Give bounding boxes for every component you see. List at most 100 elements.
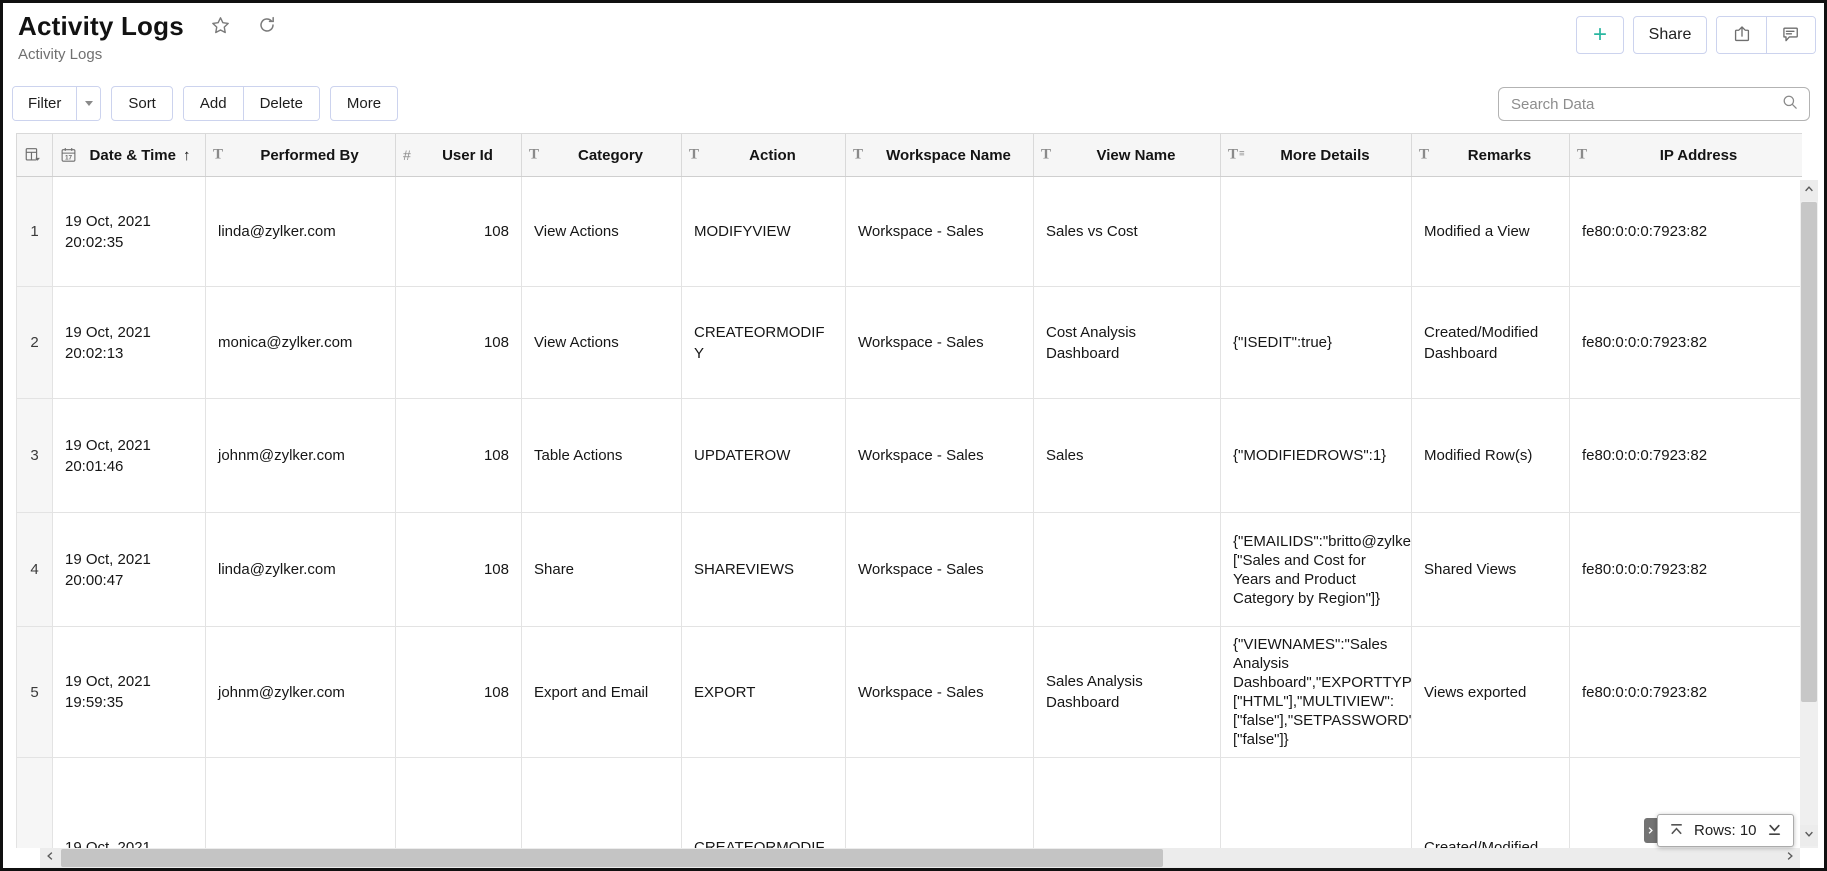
cell-more_details: {"ISEDIT":true} [1221,758,1412,848]
svg-text:17: 17 [65,155,73,162]
column-header-date_time[interactable]: 17 Date & Time ↑ [53,134,206,176]
column-header-ip_address[interactable]: T IP Address [1570,134,1802,176]
scroll-right-button[interactable] [1780,848,1800,868]
cell-user_id: 108 [396,177,522,286]
chevron-up-icon [1803,182,1815,200]
cell-datetime: 19 Oct, 2021 20:01:46 [53,399,206,512]
table-row: 2 19 Oct, 2021 20:02:13 monica@zylker.com 10… [16,287,1802,399]
export-button[interactable] [1717,17,1766,53]
cell-performed_by: monica@zylker.com [206,287,396,398]
cell-category: Share [522,513,682,626]
sort-button[interactable]: Sort [111,86,173,121]
text-icon: T [213,146,224,163]
share-button[interactable]: Share [1633,16,1707,54]
cell-remarks: Created/Modified Dashboard [1412,287,1570,398]
cell-view_name [1034,513,1221,626]
column-label: Date & Time [89,146,176,164]
text-icon: T [1041,146,1052,163]
column-header-select[interactable] [17,134,53,176]
add-delete-group: Add Delete [182,86,320,121]
cell-category: View Actions [522,758,682,848]
column-header-user_id[interactable]: # User Id [396,134,522,176]
filter-button-group: Filter [12,86,102,121]
cell-ip: fe80:0:0:0:7923:82 [1570,627,1802,757]
text-icon: T [529,146,540,163]
cell-action: CREATEORMODIFY [682,758,846,848]
cell-view_name: Sales vs Cost [1034,177,1221,286]
refresh-icon [257,15,277,38]
table-header-row: 17 Date & Time ↑ T Performed By # User Id T Cate… [16,133,1802,177]
scroll-to-bottom-icon [1766,821,1783,841]
cell-ip: fe80:0:0:0:7923:82 [1570,399,1802,512]
column-header-performed_by[interactable]: T Performed By [206,134,396,176]
column-label: Remarks [1467,146,1532,164]
chevron-right-icon [1784,849,1796,867]
column-header-action[interactable]: T Action [682,134,846,176]
rows-control: Rows: 10 [1657,814,1794,847]
cell-ip: fe80:0:0:0:7923:82 [1570,177,1802,286]
more-button[interactable]: More [329,86,399,121]
cell-action: UPDATEROW [682,399,846,512]
horizontal-scroll-thumb[interactable] [61,849,1163,867]
filter-dropdown-toggle[interactable] [76,87,101,120]
cell-num: 3 [17,399,53,512]
table-row: 619 Oct, 202116:04:44linda@zylker.com108… [16,758,1802,848]
cell-workspace: Workspace - Sales [846,627,1034,757]
vertical-scrollbar[interactable] [1800,180,1818,848]
favorite-button[interactable] [210,15,231,39]
column-header-view_name[interactable]: T View Name [1034,134,1221,176]
cell-action: EXPORT [682,627,846,757]
cell-workspace: Workspace - Sales [846,513,1034,626]
scroll-up-button[interactable] [1800,180,1818,201]
column-label: User Id [442,146,493,164]
comments-button[interactable] [1766,17,1815,53]
cell-performed_by: linda@zylker.com [206,513,396,626]
cell-more_details: {"VIEWNAMES":"Sales Analysis Dashboard",… [1221,627,1412,757]
cell-user_id: 108 [396,399,522,512]
cell-remarks: Modified a View [1412,177,1570,286]
column-header-category[interactable]: T Category [522,134,682,176]
scroll-down-button[interactable] [1800,825,1818,846]
cell-workspace: Audit logs [846,758,1034,848]
create-new-button[interactable]: + [1576,16,1624,54]
search-input[interactable] [1509,94,1781,114]
number-icon: # [403,147,411,163]
filter-button[interactable]: Filter [13,87,77,120]
cell-performed_by: johnm@zylker.com [206,627,396,757]
column-header-workspace_name[interactable]: T Workspace Name [846,134,1034,176]
cell-performed_by: johnm@zylker.com [206,399,396,512]
cell-datetime: 19 Oct, 2021 20:00:47 [53,513,206,626]
table-row: 1 19 Oct, 2021 20:02:35 linda@zylker.com 108… [16,177,1802,287]
rows-popup-collapse-tab[interactable] [1644,818,1657,843]
cell-remarks: Created/Modified Dashboard [1412,758,1570,848]
column-label: View Name [1096,146,1176,164]
column-header-remarks[interactable]: T Remarks [1412,134,1570,176]
vertical-scroll-thumb[interactable] [1801,202,1817,702]
calendar-icon: 17 [60,147,77,164]
add-button[interactable]: Add [183,87,243,120]
scroll-left-button[interactable] [40,848,60,868]
cell-num: 5 [17,627,53,757]
cell-performed_by: linda@zylker.com [206,758,396,848]
column-header-more_details[interactable]: T≡ More Details [1221,134,1412,176]
cell-user_id: 108 [396,287,522,398]
comment-icon [1781,24,1801,47]
scroll-to-bottom-button[interactable] [1766,821,1783,841]
table-row: 3 19 Oct, 2021 20:01:46 johnm@zylker.com 108… [16,399,1802,513]
page-title: Activity Logs [18,11,184,41]
delete-button[interactable]: Delete [242,87,319,120]
horizontal-scrollbar[interactable] [40,848,1800,868]
toolbar: Filter Sort Add Delete More [12,86,399,121]
app-window: Activity Logs Activity Logs + Share Filt… [0,0,1827,871]
cell-datetime: 19 Oct, 2021 20:02:35 [53,177,206,286]
text-icon: T [1577,146,1588,163]
activity-logs-grid: 17 Date & Time ↑ T Performed By # User Id T Cate… [16,133,1802,848]
refresh-button[interactable] [257,15,277,38]
cell-view_name: Sales [1034,399,1221,512]
cell-more_details: {"ISEDIT":true} [1221,287,1412,398]
cell-remarks: Modified Row(s) [1412,399,1570,512]
cell-num: 1 [17,177,53,286]
scroll-to-top-button[interactable] [1668,821,1685,841]
cell-num: 6 [17,758,53,848]
multiline-text-icon: T≡ [1228,146,1245,163]
